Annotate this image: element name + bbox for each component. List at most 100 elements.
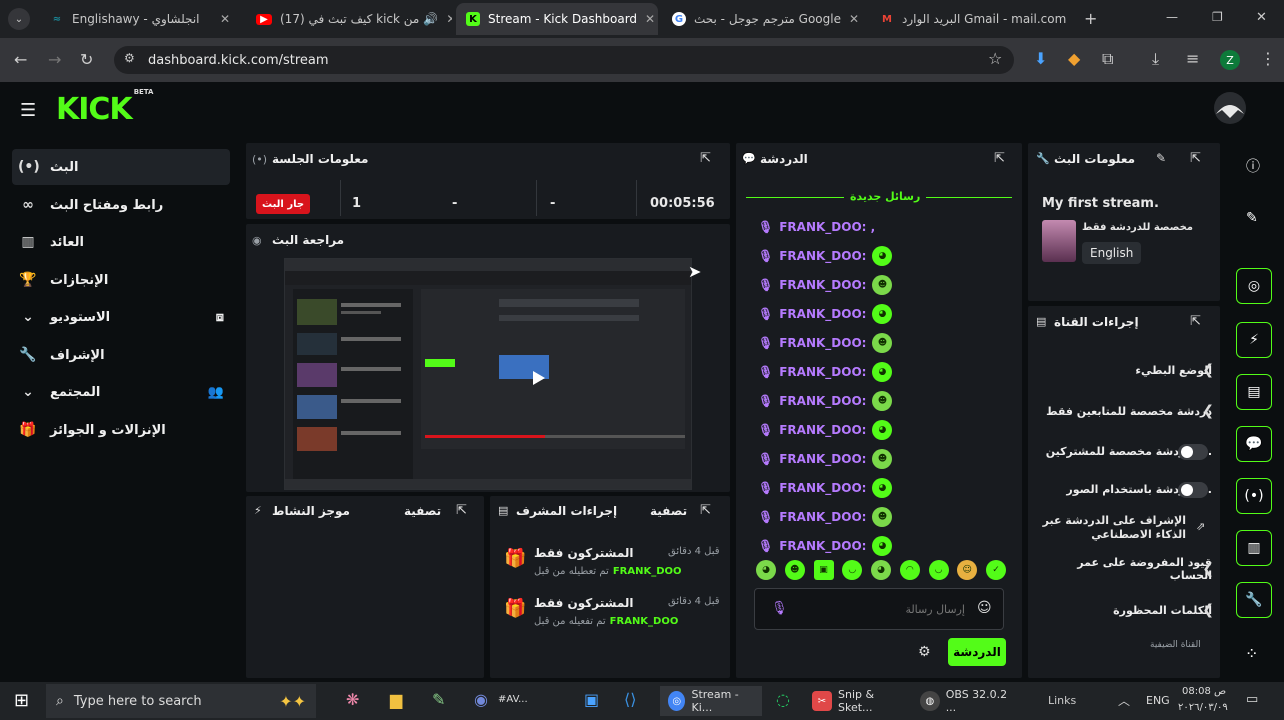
- chat-username[interactable]: FRANK_DOO:: [779, 249, 866, 263]
- chat-username[interactable]: FRANK_DOO:: [779, 423, 866, 437]
- file-explorer-icon[interactable]: ▆: [390, 690, 402, 709]
- app-icon[interactable]: ▣: [584, 690, 599, 709]
- layout-icon[interactable]: ⁘: [1245, 644, 1258, 663]
- chat-username[interactable]: FRANK_DOO:: [779, 394, 866, 408]
- mod-action-user[interactable]: FRANK_DOO: [613, 566, 682, 577]
- action-slow-mode[interactable]: الوضع البطيء ❯: [1036, 356, 1214, 384]
- taskbar-app-snip[interactable]: ✂ Snip & Sket...: [812, 686, 912, 716]
- downloads-icon[interactable]: ⤓: [1152, 49, 1159, 69]
- sidebar-item-moderation[interactable]: 🔧 الإشراف: [12, 337, 230, 373]
- windows-start-icon[interactable]: ⊞: [14, 690, 29, 711]
- emote-icon[interactable]: ▣: [813, 560, 834, 580]
- bookmark-star-icon[interactable]: ☆: [988, 49, 1002, 68]
- popout-icon[interactable]: ⇱: [1190, 314, 1201, 329]
- info-icon[interactable]: ⓘ: [1246, 156, 1260, 176]
- sidebar-item-revenue[interactable]: ▥ العائد: [12, 224, 230, 260]
- window-close-icon[interactable]: ✕: [1256, 10, 1267, 25]
- activity-filter-button[interactable]: تصفية: [404, 504, 441, 518]
- whatsapp-icon[interactable]: ◌: [776, 690, 790, 709]
- chat-username[interactable]: FRANK_DOO:: [779, 481, 866, 495]
- app-label[interactable]: #AV...: [498, 694, 528, 705]
- category-thumbnail[interactable]: [1042, 220, 1076, 262]
- taskbar-search[interactable]: ⌕ Type here to search ✦✦: [46, 684, 316, 718]
- tab-kick-dashboard[interactable]: K Stream - Kick Dashboard ✕: [456, 3, 658, 35]
- chat-username[interactable]: FRANK_DOO:: [779, 510, 866, 524]
- sidebar-item-studio[interactable]: ⌄ الاستوديو ⧈: [12, 299, 230, 335]
- new-tab-icon[interactable]: +: [1084, 9, 1097, 28]
- external-link-icon[interactable]: ⇗: [1196, 520, 1205, 533]
- chat-username[interactable]: FRANK_DOO:: [779, 452, 866, 466]
- emote-icon[interactable]: ◡: [842, 560, 863, 580]
- tab-gmail[interactable]: M البريد الوارد Gmail - mail.com ✕: [870, 3, 1070, 35]
- mod-action-user[interactable]: FRANK_DOO: [610, 616, 679, 627]
- notification-icon[interactable]: ▭: [1246, 692, 1258, 707]
- chat-username[interactable]: FRANK_DOO:: [779, 365, 866, 379]
- tab-google[interactable]: G مترجم جوجل - بحث Google ✕: [662, 3, 866, 35]
- profile-avatar[interactable]: Z: [1220, 50, 1240, 70]
- site-info-icon[interactable]: ⚙: [124, 51, 135, 65]
- taskbar-app-chrome[interactable]: ◎ Stream - Ki...: [660, 686, 762, 716]
- chat-input-box[interactable]: 🎙 ☺: [754, 588, 1004, 630]
- clock-date[interactable]: ٢٠٢٦/٠٣/٠٩: [1178, 702, 1228, 713]
- popout-icon[interactable]: ⇱: [994, 151, 1005, 166]
- emote-icon[interactable]: ✓: [986, 560, 1006, 580]
- rail-stream-info-button[interactable]: 🔧: [1236, 582, 1272, 618]
- chat-input[interactable]: [795, 597, 965, 621]
- rail-mod-actions-button[interactable]: ▤: [1236, 374, 1272, 410]
- links-toolbar[interactable]: Links: [1048, 694, 1076, 707]
- popout-icon[interactable]: ⇱: [700, 503, 711, 518]
- chat-username[interactable]: FRANK_DOO:: [779, 336, 866, 350]
- kick-logo[interactable]: KICK BETA: [56, 88, 153, 127]
- rail-chat-button[interactable]: 💬: [1236, 426, 1272, 462]
- popout-icon[interactable]: ⇱: [700, 151, 711, 166]
- minimize-icon[interactable]: —: [1166, 10, 1178, 24]
- forward-icon[interactable]: →: [48, 50, 61, 69]
- sidebar-item-stream-key[interactable]: ∞ رابط ومفتاح البث: [12, 187, 230, 223]
- chat-username[interactable]: FRANK_DOO:: [779, 307, 866, 321]
- extension-icon[interactable]: ◆: [1068, 49, 1080, 68]
- app-icon[interactable]: ✎: [432, 690, 445, 709]
- emote-icon[interactable]: ☻: [784, 560, 805, 580]
- hamburger-menu-icon[interactable]: ☰: [20, 100, 36, 121]
- clock-time[interactable]: 08:08 ص: [1182, 686, 1226, 697]
- vscode-icon[interactable]: ⟨⟩: [624, 690, 636, 709]
- emote-icon[interactable]: ◠: [899, 560, 920, 580]
- back-icon[interactable]: ←: [14, 50, 27, 69]
- tab-youtube[interactable]: ▶ (17) كيف تبث في kick من 🔊 ✕: [246, 3, 452, 35]
- app-icon[interactable]: ❋: [346, 690, 359, 709]
- close-icon[interactable]: ✕: [438, 12, 452, 26]
- close-icon[interactable]: ✕: [1066, 12, 1070, 26]
- preview-video[interactable]: [284, 258, 692, 490]
- taskbar-app-obs[interactable]: ◍ OBS 32.0.2 ...: [920, 686, 1020, 716]
- mic-icon[interactable]: 🎙: [771, 601, 788, 616]
- rail-session-button[interactable]: (•): [1236, 478, 1272, 514]
- rail-preview-button[interactable]: ◎: [1236, 268, 1272, 304]
- close-icon[interactable]: ✕: [841, 12, 859, 26]
- rail-activity-button[interactable]: ⚡: [1236, 322, 1272, 358]
- media-icon[interactable]: ≡: [1186, 49, 1199, 68]
- rail-channel-button[interactable]: ▥: [1236, 530, 1272, 566]
- menu-kebab-icon[interactable]: ⋮: [1260, 49, 1276, 68]
- tab-englishawy[interactable]: ≈ Englishawy - انجلشاوي ✕: [40, 3, 240, 35]
- emoji-icon[interactable]: ☺: [977, 600, 992, 616]
- close-icon[interactable]: ✕: [212, 12, 230, 26]
- action-banned-words[interactable]: الكلمات المحظورة ❯: [1036, 596, 1214, 624]
- popout-icon[interactable]: ⇱: [456, 503, 467, 518]
- chat-username[interactable]: FRANK_DOO:: [779, 278, 866, 292]
- emote-chat-toggle[interactable]: [1178, 482, 1208, 498]
- pencil-icon[interactable]: ✎: [1156, 151, 1166, 165]
- mod-filter-button[interactable]: تصفية: [650, 504, 687, 518]
- close-icon[interactable]: ✕: [637, 12, 655, 26]
- action-ai-moderation[interactable]: الإشراف على الدردشة عبر الذكاء الاصطناعي: [1036, 514, 1186, 542]
- chevron-up-icon[interactable]: ︿: [1118, 692, 1130, 709]
- action-followers-only[interactable]: دردشة مخصصة للمتابعين فقط ❯: [1036, 397, 1214, 425]
- chat-username[interactable]: FRANK_DOO:: [779, 539, 866, 553]
- sidebar-item-achievements[interactable]: 🏆 الإنجازات: [12, 262, 230, 298]
- sidebar-item-drops[interactable]: 🎁 الإنزالات و الجوائز: [12, 412, 230, 448]
- pencil-icon[interactable]: ✎: [1246, 210, 1258, 226]
- tab-search-icon[interactable]: ⌄: [8, 8, 30, 30]
- chat-username[interactable]: FRANK_DOO: ,: [779, 220, 875, 234]
- gear-icon[interactable]: ⚙: [918, 644, 931, 660]
- popout-icon[interactable]: ⇱: [1190, 151, 1201, 166]
- discord-icon[interactable]: ◉: [474, 690, 488, 709]
